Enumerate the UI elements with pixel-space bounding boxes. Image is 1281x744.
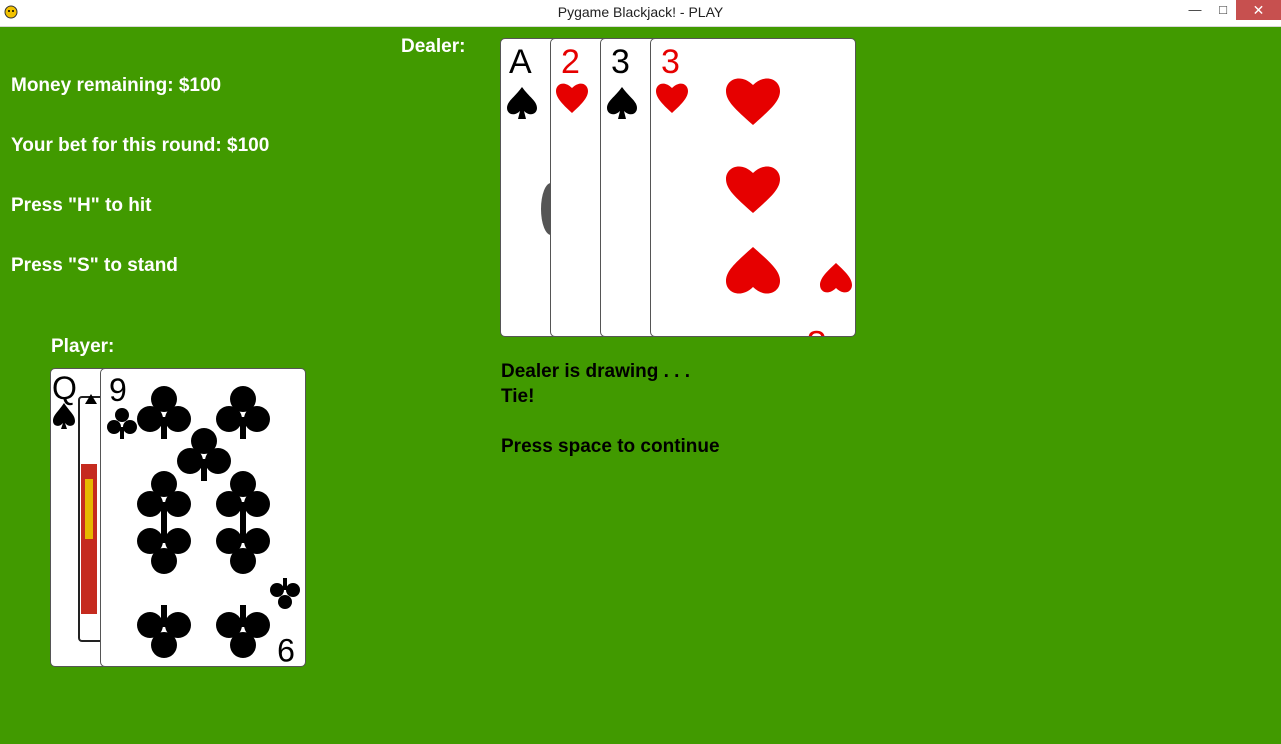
card-rank: 9 bbox=[109, 372, 127, 408]
continue-prompt: Press space to continue bbox=[501, 436, 720, 457]
minimize-button[interactable]: — bbox=[1180, 0, 1210, 20]
club-icon bbox=[270, 578, 300, 609]
heart-icon bbox=[556, 83, 588, 113]
card-rank: 3 bbox=[807, 323, 826, 336]
card-rank: 3 bbox=[611, 43, 630, 81]
heart-icon bbox=[820, 263, 852, 293]
card-rank: A bbox=[509, 43, 532, 81]
player-label: Player: bbox=[51, 336, 115, 357]
card-rank: Q bbox=[52, 370, 77, 406]
current-bet: Your bet for this round: $100 bbox=[11, 135, 270, 156]
spade-icon bbox=[53, 403, 75, 429]
hit-hint: Press "H" to hit bbox=[11, 195, 152, 216]
heart-pip-icon bbox=[726, 78, 780, 125]
card-rank: 3 bbox=[661, 43, 680, 81]
window-titlebar: Pygame Blackjack! - PLAY — □ ✕ bbox=[0, 0, 1281, 27]
round-result: Tie! bbox=[501, 386, 535, 407]
stand-hint: Press "S" to stand bbox=[11, 255, 178, 276]
queen-spade-icon bbox=[85, 394, 97, 404]
queen-ornament bbox=[85, 479, 93, 539]
dealer-label: Dealer: bbox=[401, 36, 466, 57]
club-icon bbox=[107, 408, 137, 439]
maximize-button[interactable]: □ bbox=[1210, 0, 1236, 20]
dealer-drawing-message: Dealer is drawing . . . bbox=[501, 361, 691, 382]
hud-panel: Money remaining: $100 Your bet for this … bbox=[11, 36, 269, 296]
heart-pip-icon bbox=[726, 247, 780, 294]
dealer-card-4: 3 3 bbox=[650, 38, 856, 337]
club-pips-icon bbox=[137, 386, 270, 658]
card-rank: 9 bbox=[277, 632, 295, 666]
close-button[interactable]: ✕ bbox=[1236, 0, 1281, 20]
heart-pip-icon bbox=[726, 166, 780, 213]
heart-icon bbox=[656, 83, 688, 113]
money-remaining: Money remaining: $100 bbox=[11, 75, 222, 96]
player-card-2: 9 9 bbox=[100, 368, 306, 667]
spade-icon bbox=[607, 87, 637, 119]
spade-icon bbox=[507, 87, 537, 119]
card-rank: 2 bbox=[561, 43, 580, 81]
window-title: Pygame Blackjack! - PLAY bbox=[557, 4, 724, 20]
